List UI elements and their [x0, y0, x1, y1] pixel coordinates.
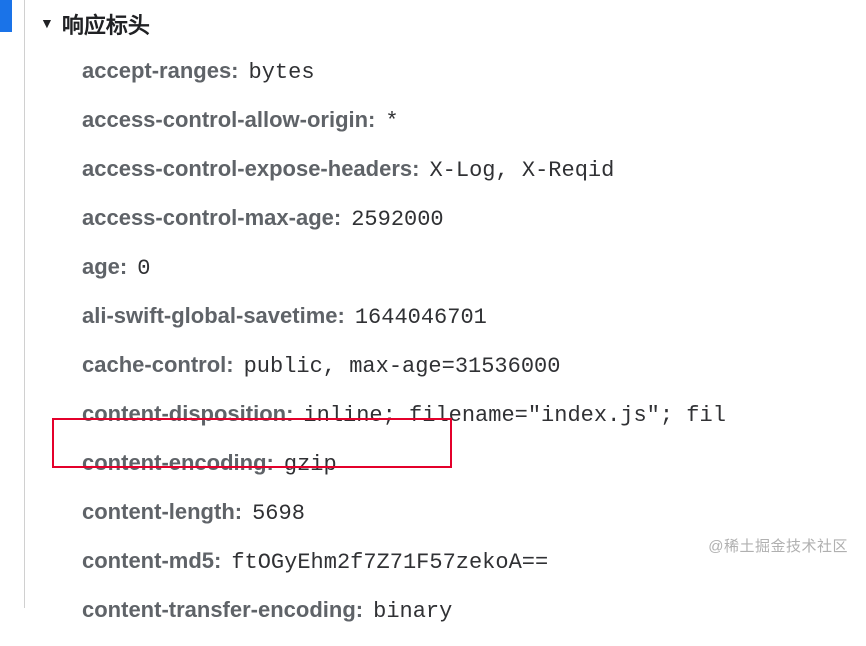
header-row: cache-control: public, max-age=31536000 — [82, 352, 866, 379]
header-name: access-control-allow-origin: — [82, 107, 375, 133]
selection-indicator — [0, 0, 12, 32]
header-row: content-disposition: inline; filename="i… — [82, 401, 866, 428]
header-value: 1644046701 — [355, 305, 487, 330]
header-row: access-control-allow-origin: * — [82, 107, 866, 134]
header-row: access-control-max-age: 2592000 — [82, 205, 866, 232]
section-toggle[interactable]: ▼ 响应标头 — [40, 8, 866, 40]
header-name: content-length: — [82, 499, 242, 525]
header-value: * — [385, 109, 398, 134]
header-value: binary — [373, 599, 452, 624]
header-name: ali-swift-global-savetime: — [82, 303, 345, 329]
header-row: ali-swift-global-savetime: 1644046701 — [82, 303, 866, 330]
header-name: content-transfer-encoding: — [82, 597, 363, 623]
header-row: age: 0 — [82, 254, 866, 281]
header-name: content-encoding: — [82, 450, 274, 476]
panel-divider — [24, 0, 25, 608]
header-name: content-md5: — [82, 548, 221, 574]
watermark-text: @稀土掘金技术社区 — [708, 535, 848, 556]
header-row: content-transfer-encoding: binary — [82, 597, 866, 624]
header-value: inline; filename="index.js"; fil — [303, 403, 725, 428]
header-value: bytes — [249, 60, 315, 85]
header-row: access-control-expose-headers: X-Log, X-… — [82, 156, 866, 183]
header-row: content-length: 5698 — [82, 499, 866, 526]
header-value: ftOGyEhm2f7Z71F57zekoA== — [231, 550, 548, 575]
header-value: 5698 — [252, 501, 305, 526]
header-value: gzip — [284, 452, 337, 477]
header-value: 0 — [137, 256, 150, 281]
section-title-text: 响应标头 — [62, 8, 150, 40]
header-name: access-control-expose-headers: — [82, 156, 419, 182]
header-name: access-control-max-age: — [82, 205, 341, 231]
header-row: accept-ranges: bytes — [82, 58, 866, 85]
header-name: accept-ranges: — [82, 58, 239, 84]
header-row: content-encoding: gzip — [82, 450, 866, 477]
header-name: cache-control: — [82, 352, 234, 378]
header-value: X-Log, X-Reqid — [429, 158, 614, 183]
header-name: age: — [82, 254, 127, 280]
expand-triangle-icon: ▼ — [40, 15, 54, 31]
header-value: 2592000 — [351, 207, 443, 232]
header-value: public, max-age=31536000 — [244, 354, 561, 379]
header-name: content-disposition: — [82, 401, 293, 427]
